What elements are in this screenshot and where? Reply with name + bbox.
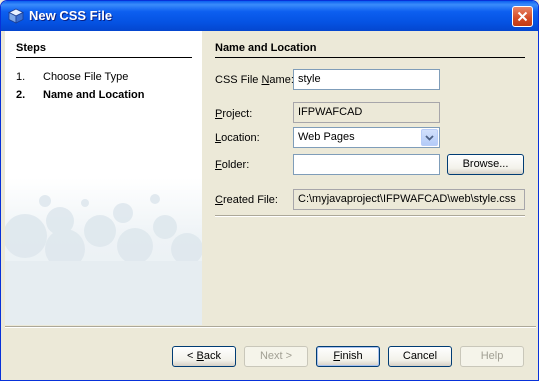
close-button[interactable] (512, 6, 533, 27)
panel-heading: Name and Location (215, 42, 317, 54)
steps-panel: Steps 1. Choose File Type 2. Name and Lo… (5, 31, 202, 325)
decorative-bubbles-image (5, 194, 202, 325)
step-label: Choose File Type (43, 71, 129, 83)
panel-separator (215, 215, 525, 217)
location-select[interactable]: Web Pages (293, 127, 440, 148)
dropdown-button[interactable] (421, 129, 438, 146)
css-file-name-label: CSS File Name: (215, 74, 294, 86)
project-label: Project: (215, 108, 253, 120)
window-title: New CSS File (29, 8, 113, 23)
cancel-button[interactable]: Cancel (388, 346, 452, 367)
help-button[interactable]: Help (460, 346, 524, 367)
step-number: 2. (16, 89, 26, 101)
new-css-file-dialog: New CSS File Steps 1. Choose File Type 2… (0, 0, 539, 381)
browse-button[interactable]: Browse... (447, 154, 524, 175)
close-icon (517, 11, 528, 22)
title-bar[interactable]: New CSS File (1, 1, 538, 31)
finish-button[interactable]: Finish (316, 346, 380, 367)
css-file-name-input[interactable]: style (293, 69, 440, 90)
footer-separator (5, 326, 536, 328)
panel-divider (215, 57, 525, 58)
next-button[interactable]: Next > (244, 346, 308, 367)
created-file-label: Created File: (215, 194, 278, 206)
location-label: Location: (215, 132, 260, 144)
chevron-down-icon (425, 135, 434, 141)
steps-heading: Steps (16, 42, 46, 54)
folder-label: Folder: (215, 159, 250, 171)
netbeans-cube-icon (8, 8, 24, 24)
step-number: 1. (16, 71, 26, 83)
created-file-field: C:\myjavaproject\IFPWAFCAD\web\style.css (293, 189, 525, 210)
location-selected-value: Web Pages (298, 131, 355, 143)
back-button[interactable]: < Back (172, 346, 236, 367)
folder-input[interactable] (293, 154, 440, 175)
steps-divider (16, 57, 192, 58)
step-label: Name and Location (43, 89, 145, 101)
project-field: IFPWAFCAD (293, 102, 440, 123)
